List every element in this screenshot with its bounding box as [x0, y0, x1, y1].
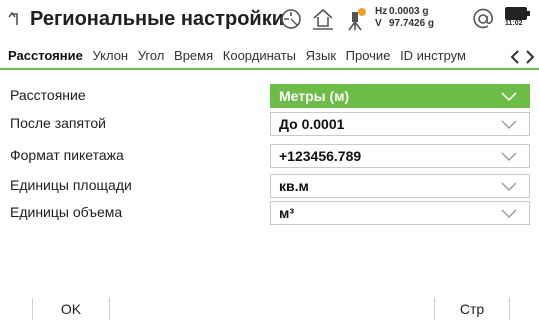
- at-icon[interactable]: [470, 6, 496, 32]
- tab-slope[interactable]: Уклон: [92, 48, 128, 63]
- hz-value: 0.0003 g: [389, 6, 429, 17]
- row-label: Формат пикетажа: [10, 147, 124, 163]
- area-unit-select[interactable]: кв.м: [270, 174, 530, 198]
- row-label: Единицы объема: [10, 204, 123, 220]
- chevron-down-icon: [501, 182, 517, 191]
- tab-next-icon[interactable]: [523, 48, 537, 66]
- tab-distance[interactable]: Расстояние: [8, 48, 83, 63]
- hz-label: Hz: [375, 6, 388, 17]
- chevron-down-icon: [501, 152, 517, 161]
- chevron-down-icon: [501, 120, 517, 129]
- combo-value: кв.м: [279, 178, 309, 194]
- tab-list: Расстояние Уклон Угол Время Координаты Я…: [8, 48, 508, 68]
- setting-row-chainage-format: Формат пикетажа +123456.789: [0, 144, 539, 168]
- decimals-select[interactable]: До 0.0001: [270, 112, 530, 136]
- tab-time[interactable]: Время: [174, 48, 213, 63]
- divider: [109, 298, 110, 320]
- tab-prev-icon[interactable]: [508, 48, 522, 66]
- target-search-icon[interactable]: [278, 6, 304, 32]
- combo-value: +123456.789: [279, 148, 362, 164]
- volume-unit-select[interactable]: м³: [270, 201, 530, 225]
- chevron-down-icon: [501, 92, 517, 102]
- setting-row-distance: Расстояние Метры (м): [0, 84, 539, 108]
- tab-coordinates[interactable]: Координаты: [223, 48, 296, 63]
- angle-readout: Hz 0.0003 g V 97.7426 g: [375, 6, 434, 30]
- row-label: После запятой: [10, 115, 106, 131]
- softkey-bar: OK Стр: [0, 298, 539, 320]
- distance-unit-select[interactable]: Метры (м): [270, 84, 530, 108]
- divider: [509, 298, 510, 320]
- page-button[interactable]: Стр: [435, 298, 509, 320]
- v-value: 97.7426 g: [389, 18, 435, 29]
- tab-other[interactable]: Прочие: [346, 48, 391, 63]
- setting-row-volume-units: Единицы объема м³: [0, 201, 539, 225]
- combo-value: Метры (м): [279, 88, 350, 104]
- row-label: Единицы площади: [10, 177, 132, 193]
- chevron-down-icon: [501, 209, 517, 218]
- v-label: V: [375, 18, 382, 29]
- tab-language[interactable]: Язык: [306, 48, 336, 63]
- setting-row-area-units: Единицы площади кв.м: [0, 174, 539, 198]
- combo-value: м³: [279, 205, 295, 221]
- row-label: Расстояние: [10, 87, 86, 103]
- tab-bar: Расстояние Уклон Угол Время Координаты Я…: [0, 44, 539, 70]
- instrument-status-icon[interactable]: [342, 6, 368, 32]
- home-prism-icon[interactable]: [310, 6, 336, 32]
- clock: 11:02: [505, 20, 523, 27]
- tab-angle[interactable]: Угол: [138, 48, 165, 63]
- chainage-format-select[interactable]: +123456.789: [270, 144, 530, 168]
- title-bar: Региональные настройки Hz 0.0003 g V 97.74…: [0, 0, 539, 40]
- combo-value: До 0.0001: [279, 116, 345, 132]
- page-title: Региональные настройки: [30, 8, 285, 30]
- tab-instrument-id[interactable]: ID инструм: [400, 48, 466, 63]
- ok-button[interactable]: OK: [33, 298, 109, 320]
- back-icon[interactable]: [8, 10, 24, 28]
- setting-row-decimals: После запятой До 0.0001: [0, 112, 539, 136]
